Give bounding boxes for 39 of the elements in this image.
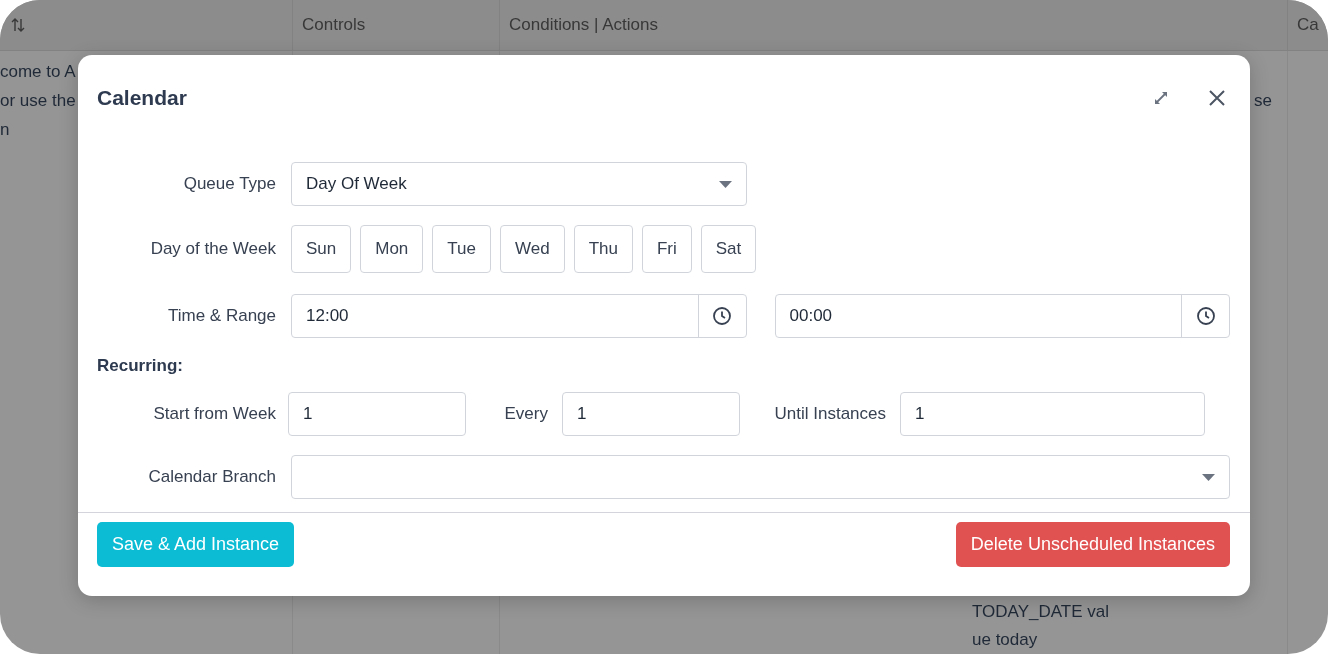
day-toggle[interactable]: Thu xyxy=(573,225,633,273)
column-header: Conditions | Actions xyxy=(509,15,658,35)
cell-text: TODAY_DATE val xyxy=(972,601,1109,623)
cell-text: or use the xyxy=(0,90,76,112)
end-time-field[interactable]: 00:00 xyxy=(774,294,1230,338)
cell-text: se xyxy=(1254,91,1272,111)
day-toggle[interactable]: Tue xyxy=(432,225,491,273)
field-label: Every xyxy=(503,404,548,424)
cell-text: come to A xyxy=(0,61,76,83)
caret-icon xyxy=(1202,473,1215,481)
field-label: Day of the Week xyxy=(149,239,276,259)
start-week-field[interactable]: 1 xyxy=(288,392,466,436)
queue-type-dropdown[interactable]: Day Of Week xyxy=(291,162,747,206)
cell-text: n xyxy=(0,119,10,141)
clock-icon xyxy=(712,306,732,326)
column-header: Ca xyxy=(1297,15,1319,35)
every-field[interactable]: 1 xyxy=(562,392,740,436)
section-heading: Recurring: xyxy=(97,356,184,376)
column-header: Controls xyxy=(302,15,366,35)
expand-icon xyxy=(1152,89,1170,107)
day-toggle[interactable]: Mon xyxy=(360,225,424,273)
field-label: Until Instances xyxy=(773,404,886,424)
day-toggle[interactable]: Sun xyxy=(291,225,352,273)
until-instances-field[interactable]: 1 xyxy=(900,392,1205,436)
day-toggle[interactable]: Wed xyxy=(500,225,565,273)
start-time-field[interactable]: 12:00 xyxy=(291,294,747,338)
cell-text: ue today xyxy=(972,629,1038,651)
clock-icon xyxy=(1195,306,1216,326)
dialog-title: Calendar xyxy=(97,86,188,110)
delete-button[interactable]: Delete Unscheduled Instances xyxy=(955,522,1230,567)
day-toggle[interactable]: Fri xyxy=(641,225,692,273)
field-label: Start from Week xyxy=(152,404,276,424)
close-icon xyxy=(1208,89,1226,107)
field-label: Time & Range xyxy=(166,306,276,326)
field-label: Queue Type xyxy=(182,174,276,194)
day-toggle[interactable]: Sat xyxy=(700,225,757,273)
sort-icon[interactable] xyxy=(10,17,26,33)
field-label: Calendar Branch xyxy=(147,467,276,487)
caret-icon xyxy=(719,180,732,188)
